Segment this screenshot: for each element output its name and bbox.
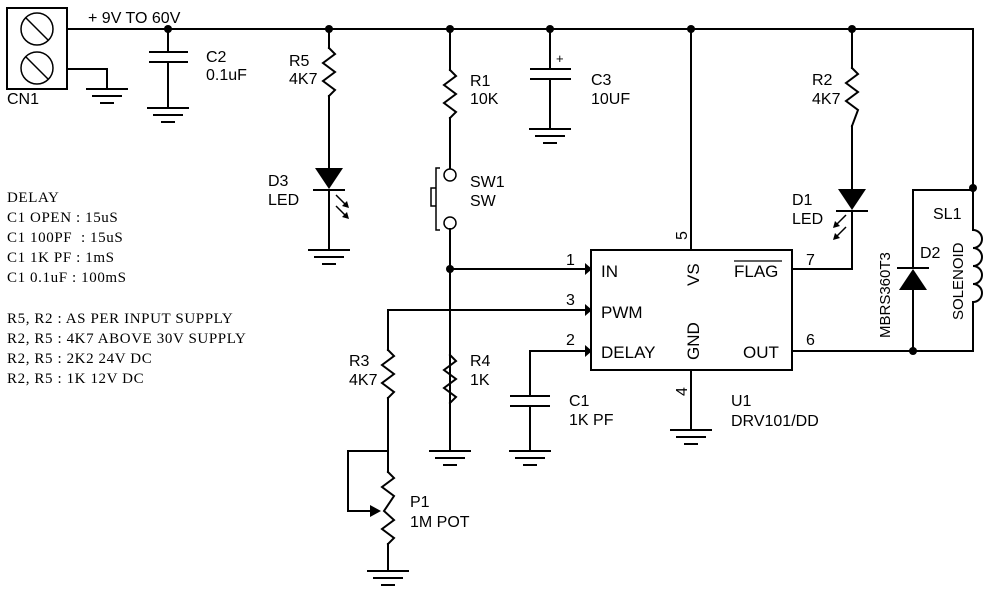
note-line: C1 OPEN : 15uS: [7, 210, 118, 226]
pin-num-out: 6: [806, 332, 815, 349]
note-line: DELAY: [7, 190, 59, 206]
c3-ref: C3: [591, 72, 612, 89]
d2-ref: D2: [920, 245, 941, 262]
pin-name-delay: DELAY: [601, 343, 656, 362]
pin-name-vs: VS: [684, 263, 703, 286]
note-line: R5, R2 : AS PER INPUT SUPPLY: [7, 311, 233, 327]
pin-num-gnd: 4: [674, 387, 691, 396]
p1-value: 1M POT: [410, 514, 470, 531]
ground-symbol: [529, 128, 571, 144]
sw1-ref: SW1: [470, 174, 505, 191]
pin-name-in: IN: [601, 262, 618, 281]
resistor-notes: R5, R2 : AS PER INPUT SUPPLY R2, R5 : 4K…: [7, 311, 246, 387]
note-line: C1 100PF : 15uS: [7, 230, 123, 246]
d3-ref: D3: [268, 173, 289, 190]
c3-value: 10UF: [591, 91, 630, 108]
ground-symbol: [509, 450, 551, 466]
r2-value: 4K7: [812, 91, 841, 108]
note-line: R2, R5 : 2K2 24V DC: [7, 351, 152, 367]
resistor-r5: [321, 46, 337, 98]
ground-symbol: [670, 429, 712, 445]
r5-ref: R5: [289, 53, 310, 70]
solenoid-sl1: [971, 228, 983, 304]
c3-polarity: +: [556, 51, 564, 66]
capacitor-c1: [510, 395, 550, 407]
cn1-ref: CN1: [7, 91, 39, 108]
capacitor-c3: [530, 68, 571, 80]
led-d1: [833, 189, 868, 240]
ground-symbol: [308, 249, 350, 265]
pin-name-out: OUT: [743, 343, 779, 362]
r3-value: 4K7: [349, 372, 378, 389]
pot-wiper-arrow: [370, 505, 381, 517]
supply-label: + 9V TO 60V: [88, 10, 181, 27]
pin-num-delay: 2: [566, 332, 575, 349]
r4-value: 1K: [470, 372, 490, 389]
pin-name-gnd: GND: [684, 322, 703, 360]
c1-ref: C1: [569, 393, 590, 410]
sl1-value: SOLENOID: [950, 242, 967, 320]
c1-value: 1K PF: [569, 412, 614, 429]
sl1-ref: SL1: [933, 206, 962, 223]
c2-value: 0.1uF: [206, 67, 247, 84]
r1-ref: R1: [470, 73, 491, 90]
d2-value: MBRS360T3: [877, 252, 894, 338]
d1-ref: D1: [792, 192, 813, 209]
pin-num-vs: 5: [674, 231, 691, 240]
potentiometer-p1: [380, 470, 396, 546]
p1-ref: P1: [410, 494, 430, 511]
note-line: R2, R5 : 4K7 ABOVE 30V SUPPLY: [7, 331, 246, 347]
led-d3: [313, 168, 349, 219]
r5-value: 4K7: [289, 71, 318, 88]
r3-ref: R3: [349, 353, 370, 370]
c2-ref: C2: [206, 49, 227, 66]
delay-notes: DELAY C1 OPEN : 15uS C1 100PF : 15uS C1 …: [7, 190, 127, 286]
d3-value: LED: [268, 192, 299, 209]
pin-name-flag: FLAG: [734, 262, 778, 281]
pin-num-pwm: 3: [566, 292, 575, 309]
u1-value: DRV101/DD: [731, 413, 819, 430]
pushbutton-sw1: [430, 167, 457, 231]
ground-symbol: [86, 88, 128, 104]
pin-name-pwm: PWM: [601, 303, 643, 322]
pin-num-in: 1: [566, 252, 575, 269]
sw1-value: SW: [470, 193, 497, 210]
d1-value: LED: [792, 211, 823, 228]
r4-ref: R4: [470, 353, 491, 370]
schematic: CN1 + 9V TO 60V C2 0.1uF R5 4K7 D3 LED R…: [6, 7, 983, 586]
resistor-r2: [844, 66, 860, 128]
u1-ref: U1: [731, 393, 752, 410]
resistor-r1: [442, 68, 458, 120]
pin-num-flag: 7: [806, 252, 815, 269]
note-line: C1 1K PF : 1mS: [7, 250, 115, 266]
note-line: C1 0.1uF : 100mS: [7, 270, 127, 286]
note-line: R2, R5 : 1K 12V DC: [7, 371, 144, 387]
resistor-r3: [380, 348, 396, 400]
ground-symbol: [429, 450, 471, 466]
r1-value: 10K: [470, 91, 499, 108]
ground-symbol: [147, 107, 189, 123]
ground-symbol: [367, 570, 409, 586]
capacitor-c2: [149, 51, 188, 63]
diode-d2: [897, 267, 929, 290]
connector-cn1: [6, 7, 68, 90]
r2-ref: R2: [812, 72, 833, 89]
